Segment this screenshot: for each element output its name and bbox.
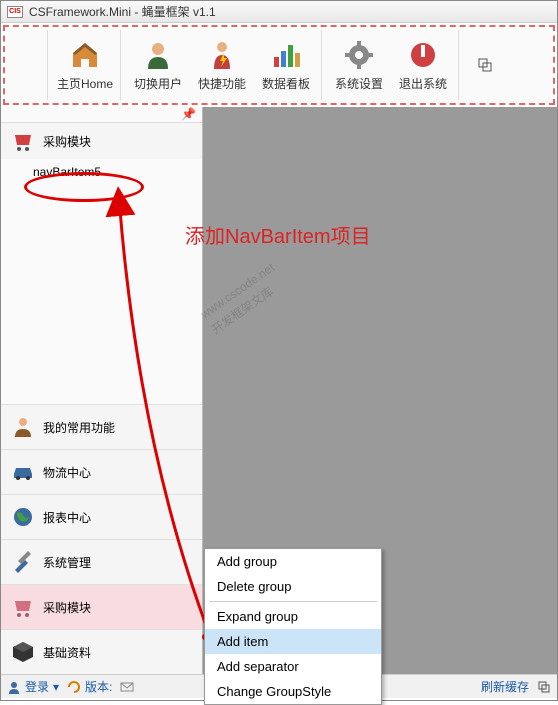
context-menu: Add group Delete group Expand group Add … <box>204 548 382 705</box>
sidebar-pin-icon[interactable]: 📌 <box>1 107 202 123</box>
nav-group-favorites[interactable]: 我的常用功能 <box>1 404 202 449</box>
ribbon-toolbar: 主页Home 切换用户 快捷功能 数据看板 系统设置 <box>3 25 555 105</box>
ribbon-label: 数据看板 <box>262 75 310 92</box>
cart-icon <box>11 595 35 619</box>
menu-separator <box>209 601 377 602</box>
nav-group-logistics[interactable]: 物流中心 <box>1 449 202 494</box>
copy-icon <box>477 57 493 73</box>
ribbon-label: 退出系统 <box>399 75 447 92</box>
app-logo: CIS <box>7 6 23 18</box>
nav-group-label: 我的常用功能 <box>43 419 115 436</box>
ribbon-label: 主页Home <box>57 75 113 92</box>
nav-group-label: 系统管理 <box>43 554 91 571</box>
nav-group-label: 物流中心 <box>43 464 91 481</box>
ribbon-label: 快捷功能 <box>198 75 246 92</box>
copy-small-icon <box>537 680 551 694</box>
dropdown-icon: ▾ <box>53 680 59 694</box>
nav-group-active[interactable]: 采购模块 <box>1 123 202 159</box>
gear-icon <box>343 39 375 71</box>
ribbon-label: 切换用户 <box>134 75 182 92</box>
cube-icon <box>11 640 35 664</box>
window-title: CSFramework.Mini - 蝇量框架 v1.1 <box>29 3 216 20</box>
ribbon-overflow-button[interactable] <box>465 32 505 98</box>
menu-add-group[interactable]: Add group <box>205 549 381 574</box>
car-icon <box>11 460 35 484</box>
user-small-icon <box>7 680 21 694</box>
sidebar: 📌 采购模块 navBarItem5 我的常用功能 物流中心 报表中心 <box>1 107 203 674</box>
ribbon-settings-button[interactable]: 系统设置 <box>328 32 390 98</box>
status-login-label: 登录 <box>25 678 49 695</box>
exit-icon <box>407 39 439 71</box>
ribbon-switch-user-button[interactable]: 切换用户 <box>127 32 189 98</box>
lightning-icon <box>206 39 238 71</box>
home-icon <box>69 39 101 71</box>
menu-delete-group[interactable]: Delete group <box>205 574 381 599</box>
mail-icon <box>120 680 134 694</box>
chart-icon <box>270 39 302 71</box>
menu-add-separator[interactable]: Add separator <box>205 654 381 679</box>
titlebar: CIS CSFramework.Mini - 蝇量框架 v1.1 <box>1 1 557 23</box>
user-icon <box>142 39 174 71</box>
nav-group-system[interactable]: 系统管理 <box>1 539 202 584</box>
menu-change-groupstyle[interactable]: Change GroupStyle <box>205 679 381 704</box>
status-mail[interactable] <box>120 680 134 694</box>
menu-expand-group[interactable]: Expand group <box>205 604 381 629</box>
status-version[interactable]: 版本: <box>67 678 112 695</box>
nav-group-label: 报表中心 <box>43 509 91 526</box>
menu-add-item[interactable]: Add item <box>205 629 381 654</box>
ribbon-home-button[interactable]: 主页Home <box>54 32 116 98</box>
ribbon-dashboard-button[interactable]: 数据看板 <box>255 32 317 98</box>
nav-item-5[interactable]: navBarItem5 <box>1 159 202 185</box>
status-refresh-label: 刷新缓存 <box>481 678 529 695</box>
ribbon-quick-button[interactable]: 快捷功能 <box>191 32 253 98</box>
status-version-label: 版本: <box>85 678 112 695</box>
globe-icon <box>11 505 35 529</box>
status-copy[interactable] <box>537 680 551 694</box>
nav-group-purchase[interactable]: 采购模块 <box>1 584 202 629</box>
cart-icon <box>11 129 35 153</box>
nav-group-label: 基础资料 <box>43 644 91 661</box>
tools-icon <box>11 550 35 574</box>
refresh-icon <box>67 680 81 694</box>
status-login[interactable]: 登录 ▾ <box>7 678 59 695</box>
ribbon-exit-button[interactable]: 退出系统 <box>392 32 454 98</box>
nav-group-label: 采购模块 <box>43 133 91 150</box>
user-desk-icon <box>11 415 35 439</box>
ribbon-label: 系统设置 <box>335 75 383 92</box>
nav-group-reports[interactable]: 报表中心 <box>1 494 202 539</box>
status-refresh-cache[interactable]: 刷新缓存 <box>481 678 529 695</box>
nav-group-label: 采购模块 <box>43 599 91 616</box>
ribbon-placeholder[interactable] <box>12 32 43 98</box>
nav-group-basic[interactable]: 基础资料 <box>1 629 202 674</box>
